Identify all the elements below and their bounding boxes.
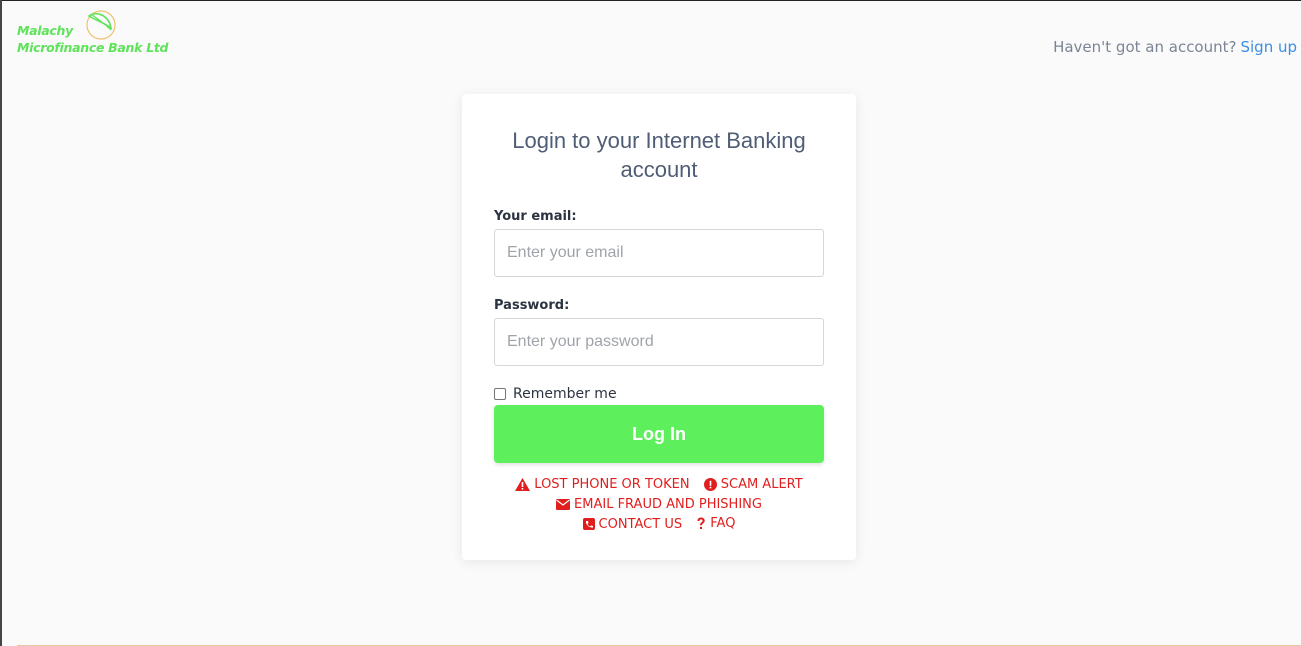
email-field[interactable] xyxy=(494,229,824,277)
signup-link[interactable]: Sign up xyxy=(1240,38,1297,56)
remember-me-label[interactable]: Remember me xyxy=(513,386,617,402)
help-links: LOST PHONE OR TOKEN SCAM ALERT EMAIL FRA… xyxy=(462,476,856,535)
bank-name-line1: Malachy xyxy=(17,23,73,38)
exclamation-circle-icon xyxy=(703,478,717,491)
email-fraud-link[interactable]: EMAIL FRAUD AND PHISHING xyxy=(556,496,762,513)
top-border xyxy=(2,0,1301,1)
contact-us-label: CONTACT US xyxy=(598,516,683,532)
signup-prompt-area: Haven't got an account? Sign up xyxy=(1053,38,1297,56)
login-button[interactable]: Log In xyxy=(494,405,824,463)
remember-me-row: Remember me xyxy=(494,386,617,402)
lost-phone-label: LOST PHONE OR TOKEN xyxy=(534,477,690,492)
remember-me-checkbox[interactable] xyxy=(494,388,506,400)
password-field[interactable] xyxy=(494,318,824,366)
scam-alert-link[interactable]: SCAM ALERT xyxy=(703,476,803,493)
warning-triangle-icon xyxy=(515,478,531,491)
signup-prompt: Haven't got an account? xyxy=(1053,38,1237,56)
lost-phone-link[interactable]: LOST PHONE OR TOKEN xyxy=(515,476,690,493)
question-icon xyxy=(697,517,705,529)
login-title: Login to your Internet Banking account xyxy=(512,128,806,182)
faq-label: FAQ xyxy=(710,516,736,531)
faq-link[interactable]: FAQ xyxy=(696,515,735,532)
scam-alert-label: SCAM ALERT xyxy=(720,477,803,492)
bank-name: Malachy Microfinance Bank Ltd xyxy=(17,22,169,56)
envelope-icon xyxy=(556,499,571,510)
bank-logo[interactable]: Malachy Microfinance Bank Ltd xyxy=(17,8,187,60)
phone-square-icon xyxy=(582,518,595,530)
email-fraud-label: EMAIL FRAUD AND PHISHING xyxy=(574,497,762,512)
login-card: Login to your Internet Banking account Y… xyxy=(462,94,856,560)
password-label: Password: xyxy=(494,298,570,313)
email-label: Your email: xyxy=(494,209,577,224)
bank-name-line2: Microfinance Bank Ltd xyxy=(17,40,169,55)
contact-us-link[interactable]: CONTACT US xyxy=(582,516,683,533)
